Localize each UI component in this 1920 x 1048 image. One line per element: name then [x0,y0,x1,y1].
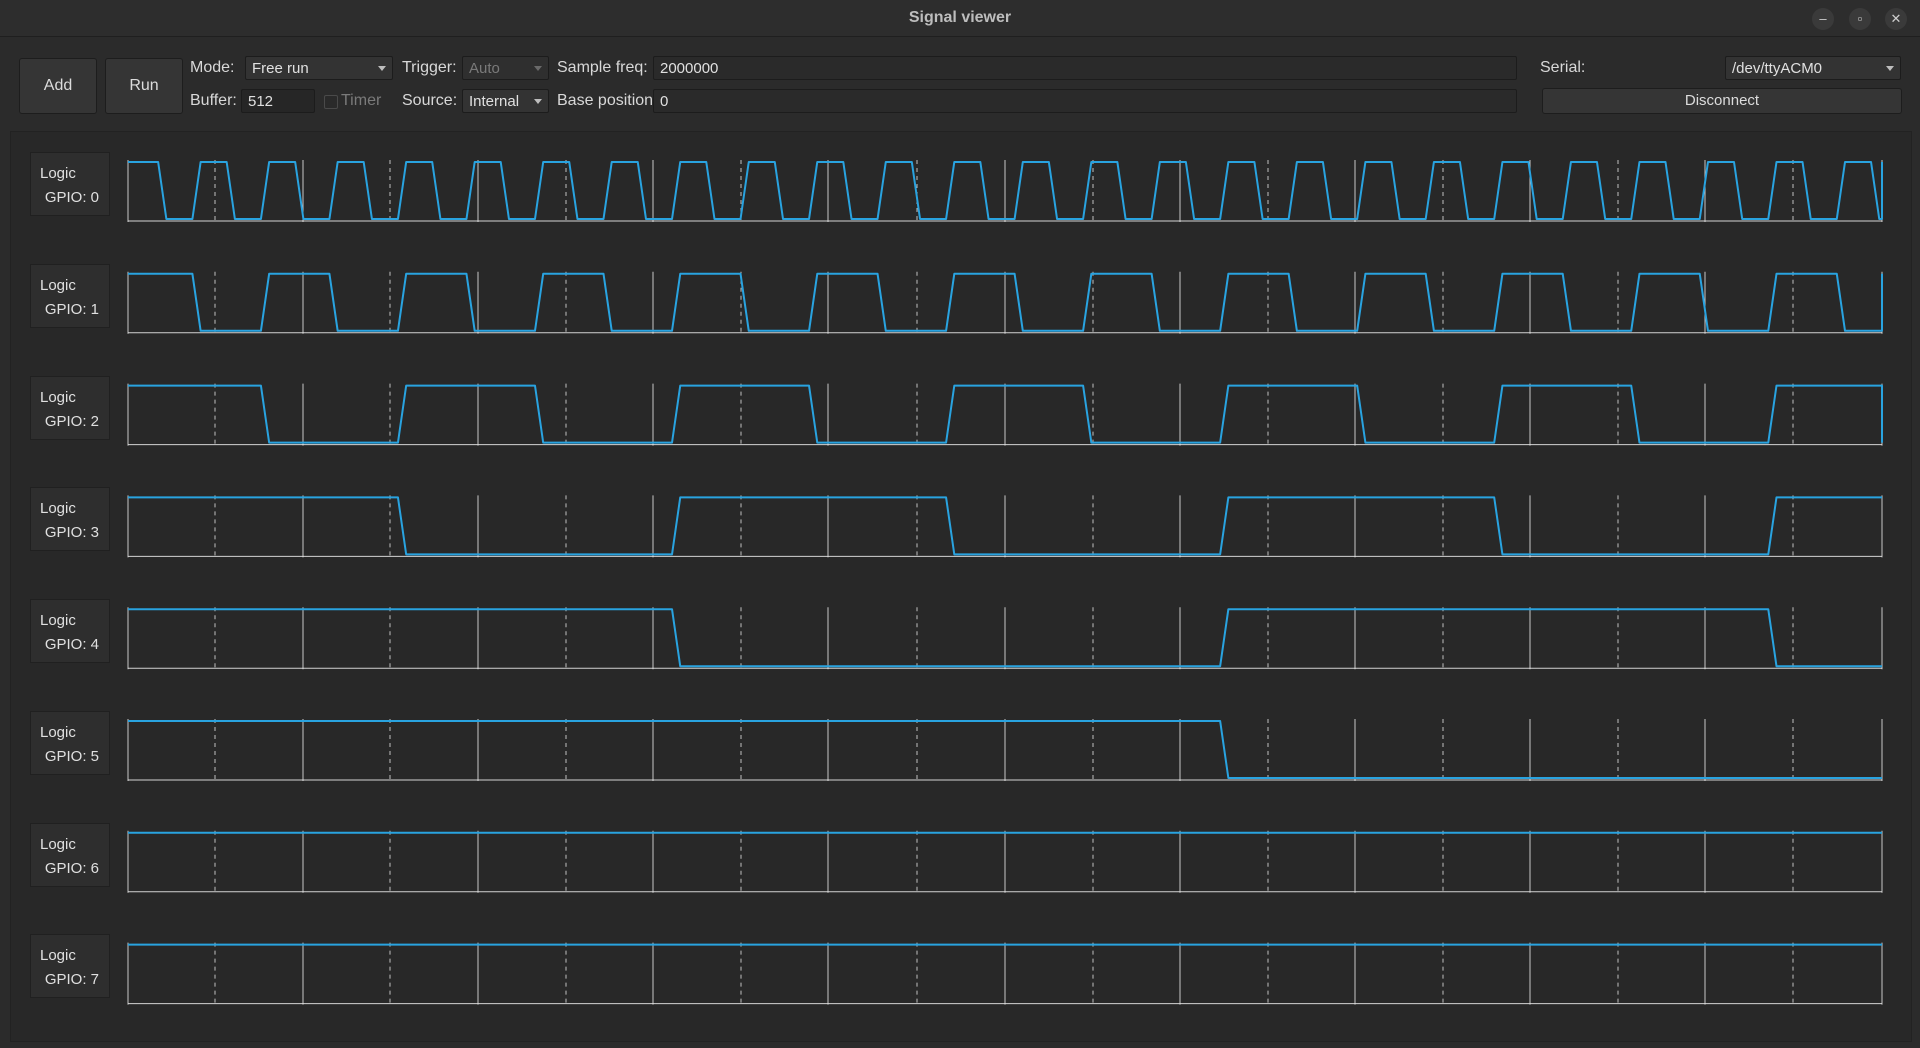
waveform-plots [127,160,1883,1005]
